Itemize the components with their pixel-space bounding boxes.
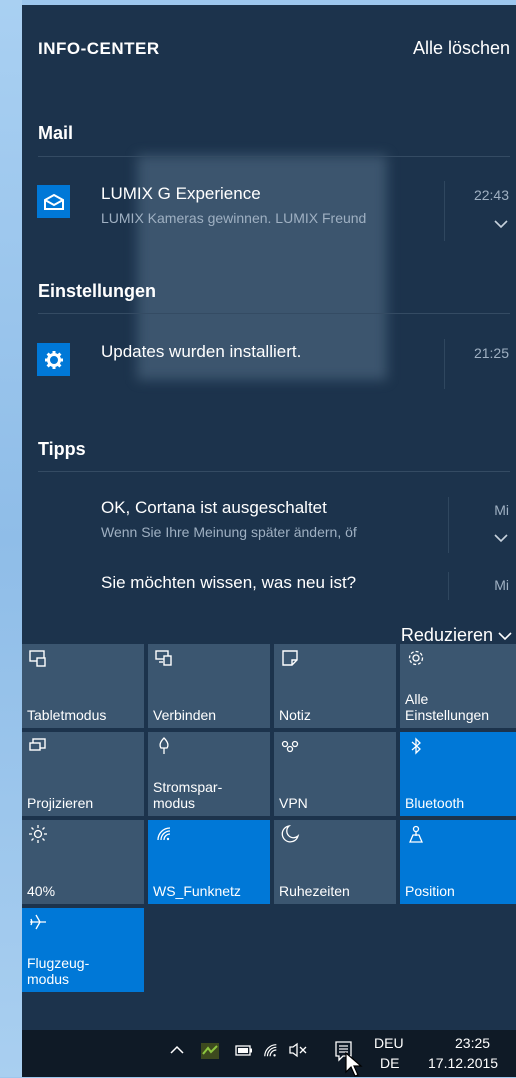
group-header-mail: Mail: [38, 123, 74, 143]
notification-body: LUMIX Kameras gewinnen. LUMIX Freund: [101, 210, 367, 226]
tile-label: Tabletmodus: [27, 707, 107, 723]
divider: [444, 181, 445, 241]
notification-time: Mi: [494, 502, 509, 518]
tile-label: 40%: [27, 883, 56, 899]
note-icon: [280, 648, 300, 668]
tile-vpn[interactable]: VPN: [274, 732, 396, 816]
tile-label: Position: [405, 883, 455, 899]
chevron-down-icon: [498, 632, 512, 641]
tile-label: VPN: [279, 795, 308, 811]
mail-icon: [37, 185, 70, 218]
notification-tip[interactable]: OK, Cortana ist ausgeschaltet Wenn Sie I…: [22, 493, 516, 559]
tile-label: Alle Einstellungen: [405, 691, 490, 723]
notification-title: Updates wurden installiert.: [101, 342, 302, 361]
tile-note[interactable]: Notiz: [274, 644, 396, 728]
tile-label: Verbinden: [153, 707, 217, 723]
clock-date[interactable]: 17.12.2015: [428, 1055, 498, 1071]
tile-label: Bluetooth: [405, 795, 465, 811]
notification-title: Sie möchten wissen, was neu ist?: [101, 573, 357, 592]
gear-icon: [37, 343, 70, 376]
page-title: INFO-CENTER: [38, 39, 160, 58]
tile-label: Stromspar- modus: [153, 779, 223, 811]
chevron-up-icon[interactable]: [170, 1045, 184, 1055]
tablet-mode-icon: [28, 648, 48, 668]
moon-icon: [280, 824, 300, 844]
group-header-settings: Einstellungen: [38, 281, 157, 301]
battery-icon[interactable]: [235, 1045, 253, 1056]
collapse-button[interactable]: Reduzieren: [401, 625, 512, 646]
chevron-down-icon[interactable]: [494, 219, 508, 233]
tile-project[interactable]: Projizieren: [22, 732, 144, 816]
divider: [38, 313, 510, 314]
action-center-header: INFO-CENTER Alle löschen: [22, 35, 516, 65]
keyboard-layout[interactable]: DE: [380, 1055, 399, 1071]
notification-settings[interactable]: Updates wurden installiert. 21:25: [22, 335, 516, 395]
clear-all-button[interactable]: Alle löschen: [413, 38, 510, 59]
tile-label: Ruhezeiten: [279, 883, 350, 899]
divider: [38, 156, 510, 157]
volume-muted-icon[interactable]: [288, 1042, 308, 1058]
collapse-label: Reduzieren: [400, 625, 493, 645]
divider: [38, 471, 510, 472]
tile-label: Notiz: [279, 707, 311, 723]
notification-tip[interactable]: Sie möchten wissen, was neu ist? Mi: [22, 568, 516, 604]
clock-time[interactable]: 23:25: [455, 1035, 490, 1051]
tile-label: Projizieren: [27, 795, 94, 811]
tile-quiet-hours[interactable]: Ruhezeiten: [274, 820, 396, 904]
notification-title: OK, Cortana ist ausgeschaltet: [101, 498, 327, 517]
tile-brightness[interactable]: 40%: [22, 820, 144, 904]
notification-title: LUMIX G Experience: [101, 184, 261, 203]
divider: [444, 339, 445, 389]
tile-tablet-mode[interactable]: Tabletmodus: [22, 644, 144, 728]
tile-location[interactable]: Position: [400, 820, 516, 904]
airplane-icon: [28, 912, 48, 932]
divider: [448, 497, 449, 553]
tile-battery-saver[interactable]: Stromspar- modus: [148, 732, 270, 816]
project-icon: [28, 736, 48, 756]
notification-time: 22:43: [473, 187, 509, 203]
tile-connect[interactable]: Verbinden: [148, 644, 270, 728]
tile-label: WS_Funknetz: [153, 883, 241, 899]
chevron-down-icon[interactable]: [494, 533, 508, 547]
taskbar: DEU DE 23:25 17.12.2015: [22, 1030, 516, 1077]
tile-label: Flugzeug- modus: [27, 955, 90, 987]
battery-saver-icon: [154, 736, 174, 756]
gear-icon: [406, 648, 426, 668]
notification-mail[interactable]: LUMIX G Experience LUMIX Kameras gewinne…: [22, 177, 516, 247]
bluetooth-icon: [406, 736, 426, 756]
action-center-panel: INFO-CENTER Alle löschen Mail LUMIX G Ex…: [22, 5, 516, 1030]
notification-time: 21:25: [473, 345, 509, 361]
desktop-background: [0, 0, 22, 1077]
location-icon: [406, 824, 426, 844]
tile-airplane-mode[interactable]: Flugzeug- modus: [22, 908, 144, 992]
app-tray-icon[interactable]: [200, 1042, 220, 1060]
notification-body: Wenn Sie Ihre Meinung später ändern, öf: [101, 524, 357, 540]
connect-icon: [154, 648, 174, 668]
tile-all-settings[interactable]: Alle Einstellungen: [400, 644, 516, 728]
wifi-icon[interactable]: [262, 1042, 280, 1058]
notification-time: Mi: [494, 577, 509, 593]
group-header-tips: Tipps: [38, 439, 86, 459]
vpn-icon: [280, 736, 300, 756]
language-code[interactable]: DEU: [374, 1035, 404, 1051]
tile-bluetooth[interactable]: Bluetooth: [400, 732, 516, 816]
divider: [448, 572, 449, 600]
tile-wifi[interactable]: WS_Funknetz: [148, 820, 270, 904]
mouse-cursor-icon: [344, 1052, 366, 1078]
brightness-icon: [28, 824, 48, 844]
wifi-icon: [154, 824, 174, 844]
